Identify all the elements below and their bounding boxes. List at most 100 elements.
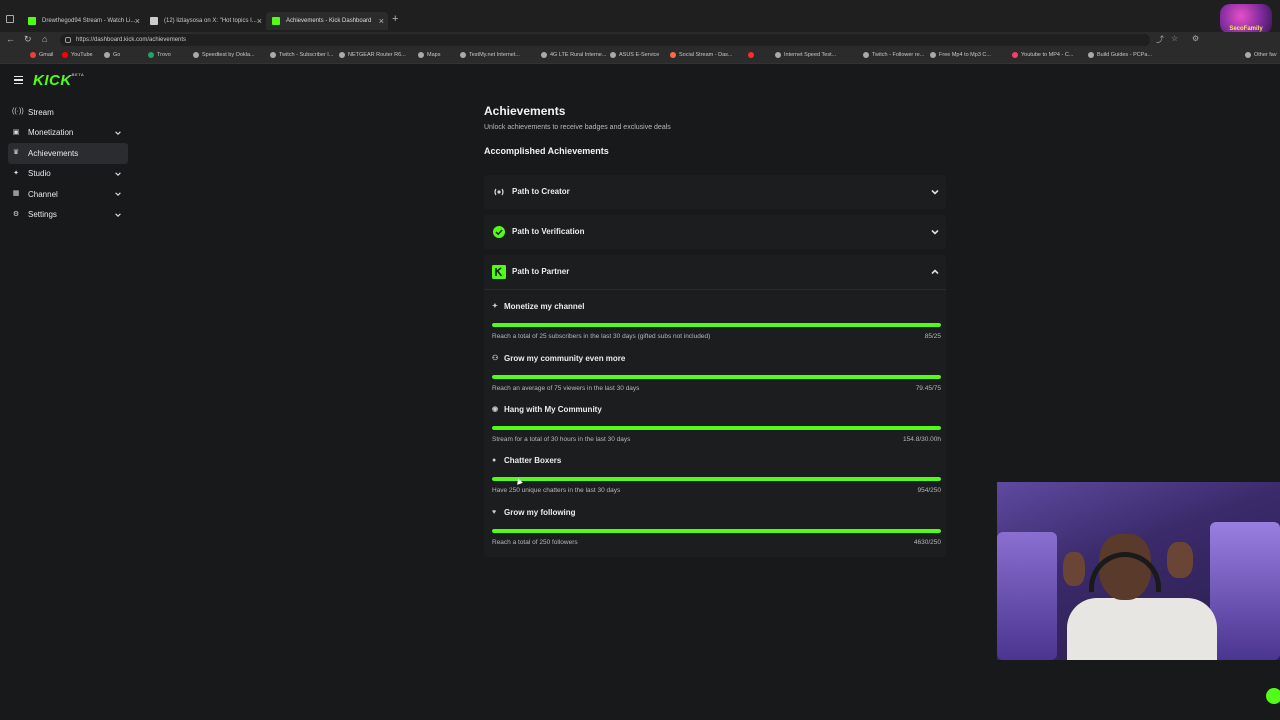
achievement-item: ⚇ Grow my community even more Reach an av…: [492, 354, 941, 392]
sidebar-item-achievements[interactable]: ♛ Achievements: [8, 143, 128, 164]
tab-label: (12) lizlaysosa on X: "Hot topics I...: [164, 18, 257, 24]
heart-icon: ♥: [492, 509, 497, 516]
url-text: https://dashboard.kick.com/achievements: [76, 37, 187, 43]
webcam-overlay: [997, 482, 1280, 660]
new-tab-icon[interactable]: +: [392, 13, 398, 25]
bookmark-item[interactable]: Other fav: [1245, 52, 1277, 58]
sidebar-item-channel[interactable]: ▦ Channel: [8, 184, 128, 205]
bookmark-label: Internet Speed Test...: [784, 52, 837, 58]
chevron-down-icon[interactable]: [930, 227, 940, 237]
sidebar-item-label: Channel: [28, 189, 58, 199]
x-favicon-icon: [150, 17, 158, 25]
browser-tab-x[interactable]: (12) lizlaysosa on X: "Hot topics I... ×: [144, 12, 266, 30]
bookmark-item[interactable]: Maps: [418, 52, 440, 58]
tab-search-icon[interactable]: [6, 15, 14, 23]
chevron-down-icon[interactable]: [114, 190, 122, 198]
sidebar-item-settings[interactable]: ⚙ Settings: [8, 205, 128, 226]
bookmark-favicon-icon: [148, 52, 154, 58]
achievement-item: ◉ Hang with My Community Stream for a tot…: [492, 405, 941, 443]
browser-tab-achievements[interactable]: Achievements - Kick Dashboard ×: [266, 12, 388, 30]
bookmark-favicon-icon: [610, 52, 616, 58]
bookmark-favicon-icon: [193, 52, 199, 58]
achievement-item: ✦ Monetize my channel Reach a total of 25…: [492, 302, 941, 340]
bookmark-label: Build Guides - PCPa...: [1097, 52, 1153, 58]
accordion-path-to-verification[interactable]: Path to Verification: [484, 215, 946, 249]
accordion-label[interactable]: Path to Partner: [512, 267, 569, 276]
bookmark-favicon-icon: [339, 52, 345, 58]
star-icon[interactable]: ☆: [1171, 34, 1178, 43]
chevron-down-icon[interactable]: [114, 211, 122, 219]
achievement-title: Monetize my channel: [504, 302, 585, 311]
kick-logo[interactable]: KICKBETA: [33, 72, 84, 89]
bookmark-item[interactable]: Trovo: [148, 52, 171, 58]
back-icon[interactable]: ←: [6, 34, 15, 44]
accordion-label: Path to Creator: [512, 187, 570, 196]
achievement-item: ● Chatter Boxers Have 250 unique chatters…: [492, 456, 941, 494]
bookmark-item[interactable]: Free Mp4 to Mp3 C...: [930, 52, 991, 58]
bookmark-favicon-icon: [270, 52, 276, 58]
sidebar-item-label: Settings: [28, 210, 57, 220]
sidebar-item-stream[interactable]: ((·)) Stream: [8, 102, 128, 123]
sidebar-item-label: Monetization: [28, 128, 74, 138]
accordion-divider: [484, 289, 946, 290]
bookmark-favicon-icon: [541, 52, 547, 58]
achievement-progress-text: 79.45/75: [915, 385, 941, 392]
bookmark-item[interactable]: 4G LTE Rural Interne...: [541, 52, 606, 58]
profile-badge[interactable]: SecoFamily: [1220, 4, 1272, 34]
bookmark-item[interactable]: NETGEAR Router R6...: [339, 52, 406, 58]
bookmark-item[interactable]: Youtube to MP4 - C...: [1012, 52, 1073, 58]
menu-icon[interactable]: [14, 76, 23, 86]
achievement-description: Have 250 unique chatters in the last 30 …: [492, 487, 621, 494]
home-icon[interactable]: ⌂: [42, 34, 47, 44]
share-icon[interactable]: ⤴: [1156, 34, 1164, 45]
sidebar-item-monetization[interactable]: ▣ Monetization: [8, 123, 128, 144]
bookmark-item[interactable]: YouTube: [62, 52, 93, 58]
bookmark-favicon-icon: [1245, 52, 1251, 58]
chevron-up-icon[interactable]: [930, 267, 940, 277]
community-icon: ⚇: [492, 355, 499, 362]
close-icon[interactable]: ×: [257, 16, 262, 26]
chevron-down-icon[interactable]: [930, 187, 940, 197]
bookmark-label: NETGEAR Router R6...: [348, 52, 406, 58]
sidebar-item-label: Studio: [28, 169, 51, 179]
browser-tab-stream[interactable]: Drewthegod94 Stream - Watch Li... ×: [22, 12, 144, 30]
reload-icon[interactable]: ↻: [24, 34, 32, 45]
bookmark-item[interactable]: [748, 52, 757, 58]
webcam-background: [1210, 522, 1280, 660]
bookmark-item[interactable]: Social Stream - Das...: [670, 52, 733, 58]
extensions-icon[interactable]: ⚙: [1192, 34, 1199, 43]
sidebar: ((·)) Stream ▣ Monetization ♛ Achievemen…: [8, 102, 128, 225]
bookmark-item[interactable]: Build Guides - PCPa...: [1088, 52, 1152, 58]
accordion-label: Path to Verification: [512, 227, 585, 236]
bookmark-label: YouTube: [71, 52, 93, 58]
bookmark-item[interactable]: Gmail: [30, 52, 53, 58]
chevron-down-icon[interactable]: [114, 170, 122, 178]
url-input[interactable]: https://dashboard.kick.com/achievements: [60, 34, 1150, 46]
bookmark-item[interactable]: Twitch - Follower re...: [863, 52, 924, 58]
close-icon[interactable]: ×: [135, 16, 140, 26]
chat-bubble-button[interactable]: [1266, 688, 1280, 704]
bookmark-item[interactable]: Twitch - Subscriber I...: [270, 52, 333, 58]
page-title: Achievements: [484, 104, 566, 118]
channel-icon: ▦: [12, 190, 20, 197]
bookmark-item[interactable]: Speedtest by Ookla...: [193, 52, 255, 58]
chevron-down-icon[interactable]: [114, 129, 122, 137]
bookmark-item[interactable]: ASUS E-Service: [610, 52, 659, 58]
achievement-title: Grow my following: [504, 508, 576, 517]
bookmark-label: TestMy.net Internet...: [469, 52, 520, 58]
main-content: Achievements Unlock achievements to rece…: [484, 104, 946, 156]
accordion-path-to-creator[interactable]: Path to Creator: [484, 175, 946, 209]
bookmark-item[interactable]: TestMy.net Internet...: [460, 52, 520, 58]
bookmark-item[interactable]: Internet Speed Test...: [775, 52, 836, 58]
bookmark-label: Speedtest by Ookla...: [202, 52, 255, 58]
achievement-description: Reach a total of 250 followers: [492, 539, 578, 546]
tab-label: Achievements - Kick Dashboard: [286, 18, 372, 24]
trophy-icon: ♛: [12, 149, 20, 156]
partner-icon: [492, 265, 506, 279]
achievement-title: Chatter Boxers: [504, 456, 562, 465]
studio-icon: ✦: [13, 169, 19, 177]
bookmark-item[interactable]: Go: [104, 52, 120, 58]
sidebar-item-studio[interactable]: ✦ Studio: [8, 164, 128, 185]
close-icon[interactable]: ×: [379, 16, 384, 26]
progress-fill: [492, 477, 941, 481]
